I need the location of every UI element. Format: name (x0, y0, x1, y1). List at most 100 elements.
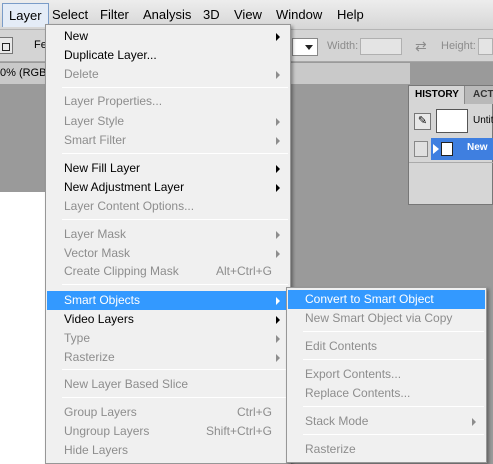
submenu-arrow-icon (276, 137, 280, 145)
snapshot-row[interactable]: ✎ Untit (409, 106, 493, 136)
submenu-arrow-icon (276, 297, 280, 305)
menu-item-label: Rasterize (305, 442, 356, 456)
menu-item-type[interactable]: Type (47, 329, 289, 348)
state-marker-icon (433, 144, 439, 154)
snapshot-thumbnail (436, 109, 468, 133)
menu-item-label: New (64, 29, 89, 43)
document-tab[interactable]: 0% (RGB/ (0, 67, 50, 79)
menu-help[interactable]: Help (337, 7, 364, 22)
menu-item-new-layer-based-slice[interactable]: New Layer Based Slice (47, 375, 289, 394)
menu-item-label: Smart Objects (64, 293, 141, 307)
menu-item-label: Export Contents... (305, 367, 402, 381)
menu-item-edit-contents[interactable]: Edit Contents (288, 337, 485, 356)
menu-item-label: Rasterize (64, 350, 115, 364)
swap-icon[interactable]: ⇄ (415, 38, 427, 55)
menu-item-layer-mask[interactable]: Layer Mask (47, 225, 289, 244)
history-state-label: New (467, 142, 488, 153)
menu-item-label: Smart Filter (64, 133, 127, 147)
submenu-arrow-icon (276, 118, 280, 126)
menu-filter[interactable]: Filter (100, 7, 129, 22)
width-field[interactable] (360, 38, 402, 55)
height-field[interactable] (478, 38, 493, 55)
submenu-arrow-icon (276, 316, 280, 324)
submenu-arrow-icon (276, 184, 280, 192)
menu-item-ungroup-layers[interactable]: Ungroup Layers Shift+Ctrl+G (47, 422, 289, 441)
menu-item-label: Delete (64, 67, 99, 81)
menu-item-duplicate-layer[interactable]: Duplicate Layer... (47, 46, 289, 65)
menu-item-export-contents[interactable]: Export Contents... (288, 365, 485, 384)
menu-item-rasterize[interactable]: Rasterize (47, 348, 289, 367)
submenu-arrow-icon (276, 33, 280, 41)
history-state-selected[interactable]: New (431, 138, 493, 160)
shortcut-label: Shift+Ctrl+G (205, 424, 272, 438)
menu-item-label: Duplicate Layer... (64, 48, 157, 62)
menu-select[interactable]: Select (52, 7, 88, 22)
menu-item-create-clipping-mask[interactable]: Create Clipping Mask Alt+Ctrl+G (47, 262, 289, 281)
menu-item-replace-contents[interactable]: Replace Contents... (288, 384, 485, 403)
submenu-arrow-icon (276, 335, 280, 343)
shortcut-label: Ctrl+G (236, 405, 272, 419)
menu-item-layer-style[interactable]: Layer Style (47, 112, 289, 131)
style-dropdown[interactable] (292, 38, 318, 56)
menu-separator (62, 153, 288, 154)
width-label: Width: (327, 40, 359, 52)
menu-item-new[interactable]: New (47, 27, 289, 46)
layer-menu: New Duplicate Layer... Delete Layer Prop… (45, 24, 291, 464)
menu-item-label: Layer Content Options... (64, 199, 195, 213)
smart-objects-submenu: Convert to Smart Object New Smart Object… (286, 287, 487, 463)
menu-item-stack-mode[interactable]: Stack Mode (288, 412, 485, 431)
menu-view[interactable]: View (234, 7, 262, 22)
menu-item-smart-objects[interactable]: Smart Objects (47, 291, 289, 310)
submenu-arrow-icon (276, 354, 280, 362)
menu-item-new-adjustment-layer[interactable]: New Adjustment Layer (47, 178, 289, 197)
menu-item-label: New Fill Layer (64, 161, 141, 175)
history-brush-icon[interactable]: ✎ (414, 113, 431, 130)
menu-item-label: Type (64, 331, 91, 345)
history-state-row[interactable]: New (409, 138, 493, 160)
menu-item-layer-content-options[interactable]: Layer Content Options... (47, 197, 289, 216)
menu-item-label: Create Clipping Mask (64, 264, 179, 278)
menu-item-label: New Adjustment Layer (64, 180, 185, 194)
tab-actions[interactable]: ACT (467, 86, 493, 104)
menu-separator (62, 369, 288, 370)
submenu-arrow-icon (276, 165, 280, 173)
menu-item-new-fill-layer[interactable]: New Fill Layer (47, 159, 289, 178)
menu-separator (303, 359, 484, 360)
submenu-arrow-icon (276, 71, 280, 79)
tool-preset-picker[interactable] (0, 37, 13, 54)
menu-item-new-smart-object-via-copy[interactable]: New Smart Object via Copy (288, 309, 485, 328)
menu-separator (62, 397, 288, 398)
menu-3d[interactable]: 3D (203, 7, 220, 22)
submenu-arrow-icon (472, 418, 476, 426)
menu-item-vector-mask[interactable]: Vector Mask (47, 244, 289, 263)
menu-separator (62, 87, 288, 88)
menu-item-smart-filter[interactable]: Smart Filter (47, 131, 289, 150)
menu-item-label: Stack Mode (305, 414, 369, 428)
chevron-down-icon (305, 45, 313, 50)
menu-item-delete[interactable]: Delete (47, 65, 289, 84)
menu-item-label: Ungroup Layers (64, 424, 150, 438)
menu-item-convert-to-smart-object[interactable]: Convert to Smart Object (288, 290, 485, 309)
menu-item-label: Convert to Smart Object (305, 292, 434, 306)
divider (409, 162, 493, 163)
menu-item-rasterize-smart-object[interactable]: Rasterize (288, 440, 485, 459)
submenu-arrow-icon (276, 250, 280, 258)
menu-separator (62, 219, 288, 220)
menu-analysis[interactable]: Analysis (143, 7, 191, 22)
menu-separator (303, 434, 484, 435)
menu-item-layer-properties[interactable]: Layer Properties... (47, 92, 289, 111)
tab-history[interactable]: HISTORY (409, 86, 465, 104)
menu-item-group-layers[interactable]: Group Layers Ctrl+G (47, 403, 289, 422)
menu-separator (62, 284, 288, 285)
menu-layer[interactable]: Layer (2, 3, 49, 27)
menu-separator (303, 406, 484, 407)
panel-tabs: HISTORY ACT (409, 86, 493, 104)
menu-window[interactable]: Window (276, 7, 322, 22)
menu-item-hide-layers[interactable]: Hide Layers (47, 441, 289, 460)
height-label: Height: (441, 40, 476, 52)
menu-item-label: Edit Contents (305, 339, 378, 353)
menu-item-video-layers[interactable]: Video Layers (47, 310, 289, 329)
history-brush-source-box[interactable] (414, 141, 428, 157)
menu-separator (303, 331, 484, 332)
snapshot-label: Untit (473, 115, 493, 126)
